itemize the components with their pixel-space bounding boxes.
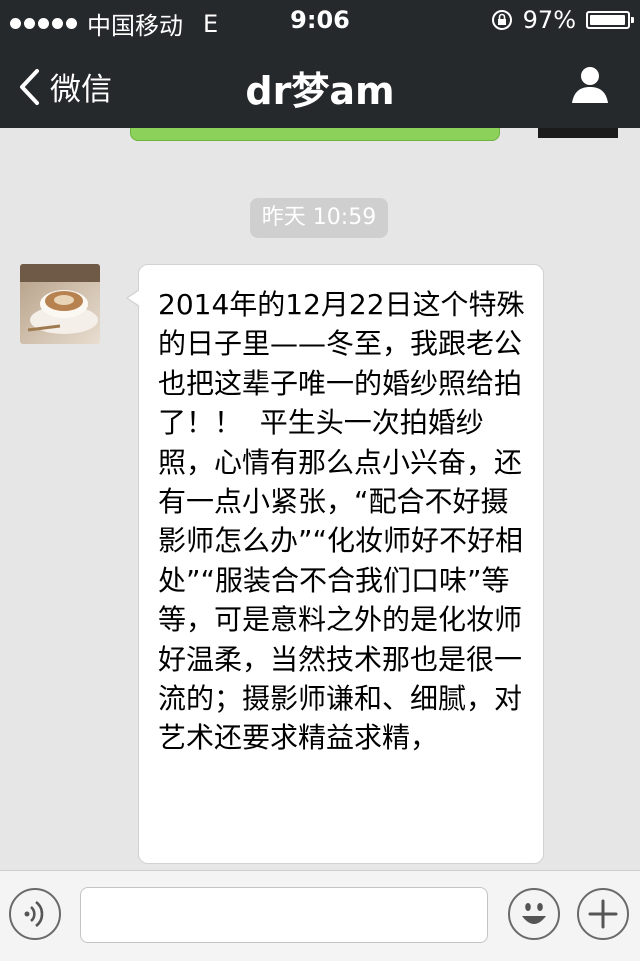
battery-percent: 97% — [522, 6, 576, 34]
plus-button[interactable] — [577, 888, 629, 940]
message-timestamp: 昨天 10:59 — [250, 198, 388, 238]
input-bar — [0, 870, 640, 961]
message-input[interactable] — [80, 887, 488, 943]
nav-bar: 微信 dr梦am — [0, 40, 640, 128]
previous-message-thumbnail[interactable] — [538, 128, 618, 138]
plus-icon — [588, 899, 618, 929]
chat-area[interactable]: 昨天 10:59 2014年的12月22日这个特殊的日子里——冬至，我跟老公也把… — [0, 128, 640, 870]
person-icon[interactable] — [570, 64, 610, 104]
emoji-icon — [522, 903, 546, 924]
emoji-button[interactable] — [508, 888, 560, 940]
message-text: 2014年的12月22日这个特殊的日子里——冬至，我跟老公也把这辈子唯一的婚纱照… — [158, 288, 525, 755]
sender-avatar[interactable] — [20, 264, 100, 344]
voice-button[interactable] — [9, 888, 61, 940]
received-message-bubble[interactable]: 2014年的12月22日这个特殊的日子里——冬至，我跟老公也把这辈子唯一的婚纱照… — [126, 264, 544, 864]
status-right: 97% — [491, 6, 634, 34]
voice-icon — [24, 900, 44, 928]
rotation-lock-icon — [491, 10, 512, 30]
previous-message-bubble[interactable] — [130, 128, 500, 141]
coffee-avatar-image — [20, 264, 100, 344]
battery-icon — [586, 11, 634, 29]
chat-title: dr梦am — [245, 69, 395, 113]
status-bar: 中国移动 E 9:06 97% — [0, 0, 640, 40]
